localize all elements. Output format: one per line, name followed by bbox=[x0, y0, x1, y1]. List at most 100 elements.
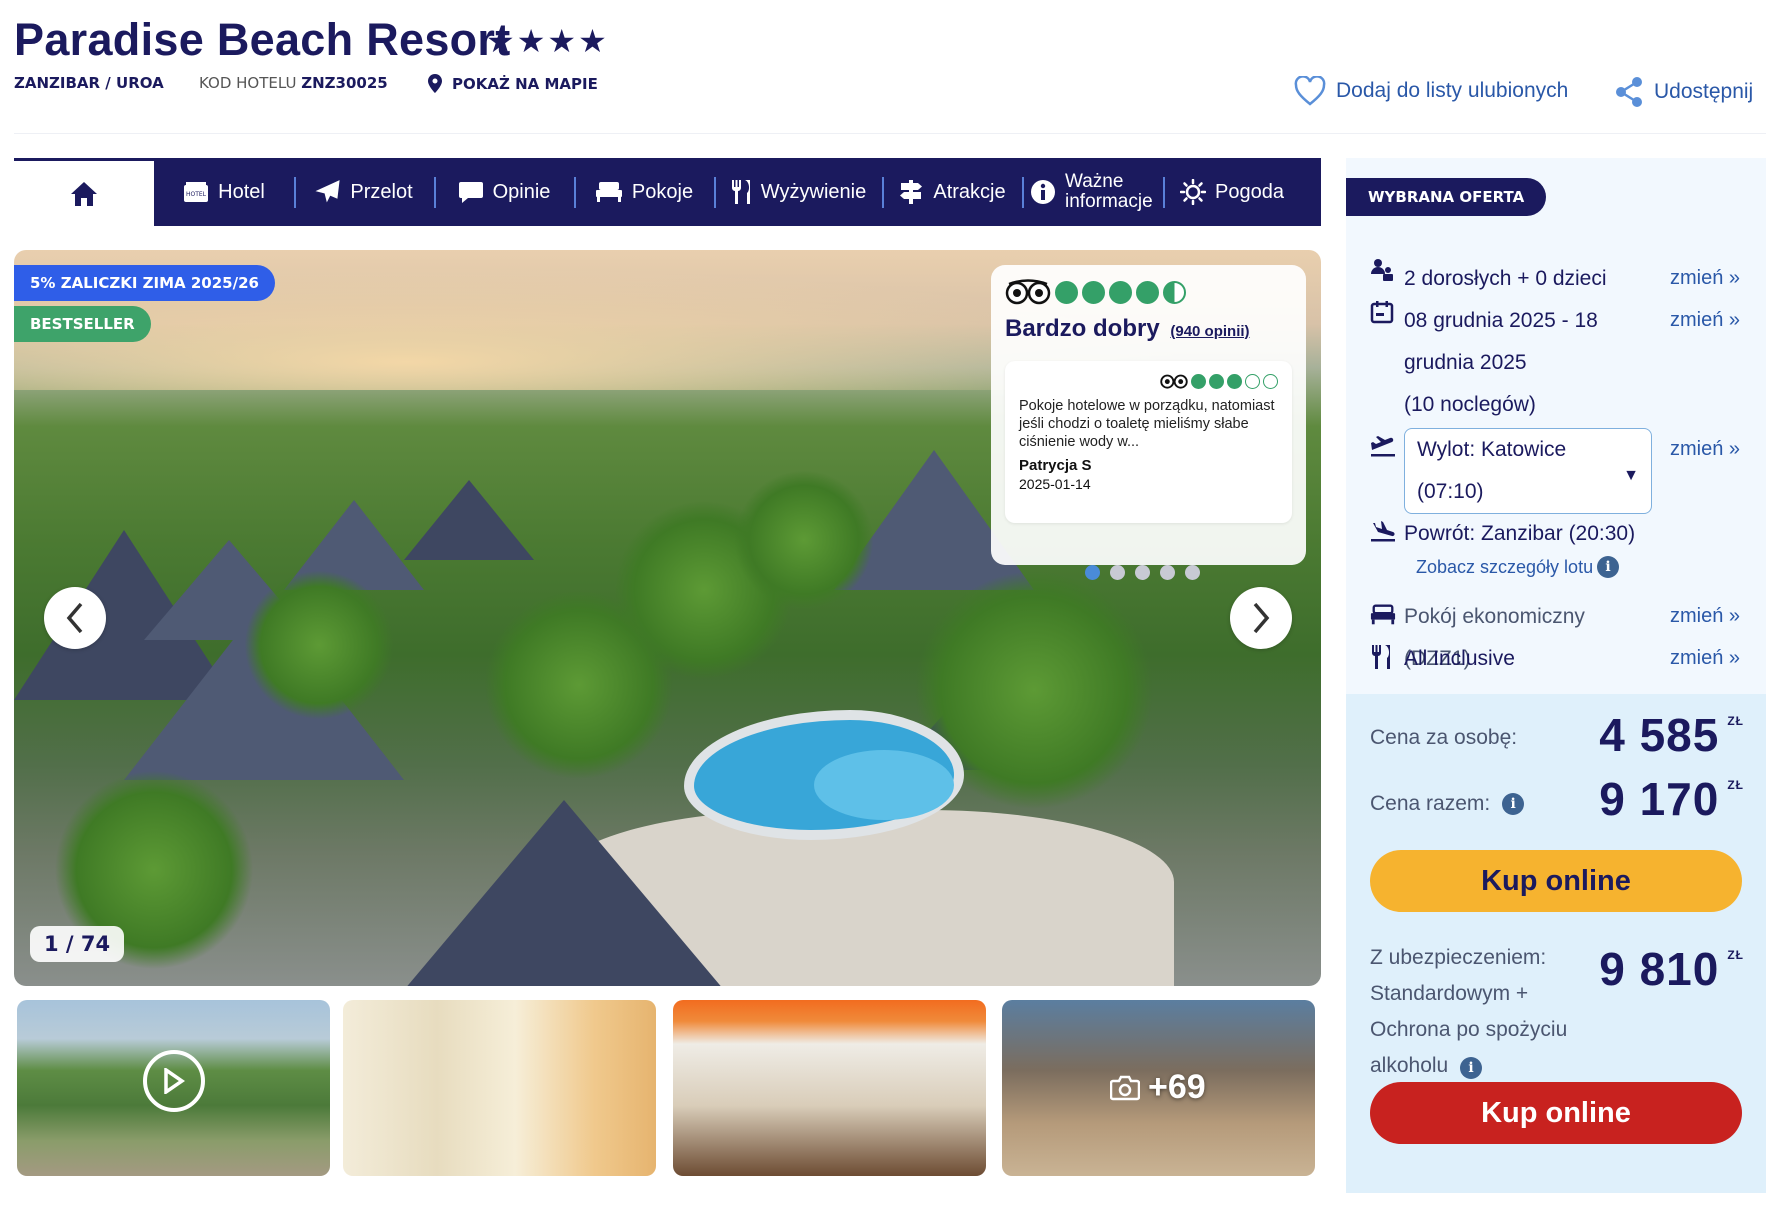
camera-icon bbox=[1110, 1075, 1140, 1100]
bed-icon bbox=[595, 182, 622, 202]
buy-online-button[interactable]: Kup online bbox=[1370, 850, 1742, 912]
review-rating-row bbox=[1019, 373, 1278, 389]
tripadvisor-bubbles bbox=[1055, 280, 1186, 304]
review-bubble bbox=[1227, 373, 1242, 389]
photo-counter: 1 / 74 bbox=[30, 926, 125, 962]
tab-important-info[interactable]: Ważne informacje bbox=[1022, 158, 1163, 226]
price-section: Cena za osobę: 4 585 ZŁ Cena razem: i 9 1… bbox=[1346, 694, 1766, 1193]
chevron-left-icon bbox=[66, 602, 83, 634]
tripadvisor-card[interactable]: Bardzo dobry (940 opinii) Pokoje hotelow… bbox=[991, 265, 1306, 565]
info-icon bbox=[1031, 180, 1055, 204]
tripadvisor-rating-row bbox=[1005, 279, 1292, 305]
price-total-row: Cena razem: i bbox=[1370, 792, 1525, 816]
price-total: 9 170 ZŁ bbox=[1599, 772, 1744, 826]
dates-icon-wrap bbox=[1370, 300, 1404, 426]
board-text: All Inclusive bbox=[1404, 647, 1515, 670]
promo-badge: 5% ZALICZKI ZIMA 2025/26 bbox=[14, 265, 275, 301]
flight-details-link[interactable]: Zobacz szczegóły lotu i bbox=[1416, 556, 1620, 578]
section-nav: HOTEL Hotel Przelot Opinie Pokoje Wyżywi… bbox=[14, 158, 1321, 226]
tab-meals[interactable]: Wyżywienie bbox=[714, 158, 882, 226]
info-icon[interactable]: i bbox=[1460, 1057, 1483, 1079]
insurance-label: Z ubezpieczeniem: Standardowym + Ochrona… bbox=[1370, 940, 1600, 1084]
add-to-favorites-button[interactable]: Dodaj do listy ulubionych bbox=[1294, 76, 1568, 106]
gallery-next-button[interactable] bbox=[1230, 587, 1292, 649]
change-room-link[interactable]: zmień » bbox=[1670, 605, 1740, 628]
price-insurance: 9 810 ZŁ bbox=[1599, 942, 1744, 996]
photo-palm bbox=[734, 470, 874, 610]
thumbnail-restaurant[interactable] bbox=[673, 1000, 986, 1176]
board-row: All Inclusive bbox=[1370, 638, 1662, 680]
show-on-map-label: POKAŻ NA MAPIE bbox=[452, 74, 598, 93]
tab-flight[interactable]: Przelot bbox=[294, 158, 434, 226]
change-travelers-link[interactable]: zmień » bbox=[1670, 267, 1740, 290]
change-dates-link[interactable]: zmień » bbox=[1670, 309, 1740, 332]
offer-panel: WYBRANA OFERTA 2 dorosłych + 0 dzieci zm… bbox=[1346, 158, 1766, 1193]
carousel-dots bbox=[1085, 565, 1200, 580]
signpost-icon bbox=[900, 180, 923, 204]
more-photos-button[interactable]: +69 bbox=[1110, 1068, 1206, 1107]
price-insurance-value: 9 810 bbox=[1599, 943, 1720, 995]
dates-row: 08 grudnia 2025 - 18 grudnia 2025 (10 no… bbox=[1370, 300, 1662, 426]
plane-icon bbox=[315, 180, 340, 203]
photo-palm bbox=[244, 570, 394, 720]
departure-line-2: (07:10) bbox=[1417, 480, 1484, 503]
carousel-dot[interactable] bbox=[1185, 565, 1200, 580]
price-per-person-label: Cena za osobę: bbox=[1370, 726, 1518, 749]
currency-label: ZŁ bbox=[1727, 778, 1744, 792]
rating-bubble bbox=[1109, 280, 1132, 304]
tab-reviews[interactable]: Opinie bbox=[434, 158, 574, 226]
hotel-name: Paradise Beach Resort bbox=[14, 14, 511, 65]
chat-icon bbox=[458, 182, 483, 203]
review-bubble bbox=[1191, 373, 1206, 389]
photo-pool-inner bbox=[814, 750, 954, 820]
flight-details-label: Zobacz szczegóły lotu bbox=[1416, 556, 1594, 577]
carousel-dot[interactable] bbox=[1135, 565, 1150, 580]
carousel-dot[interactable] bbox=[1110, 565, 1125, 580]
bestseller-badge: BESTSELLER bbox=[14, 306, 151, 342]
thumbnail-room[interactable] bbox=[343, 1000, 656, 1176]
gallery-prev-button[interactable] bbox=[44, 587, 106, 649]
bed-icon bbox=[1370, 604, 1396, 625]
review-bubble bbox=[1263, 373, 1278, 389]
info-icon: i bbox=[1597, 556, 1620, 578]
tab-home[interactable] bbox=[14, 158, 154, 226]
thumbnail-gym[interactable]: +69 bbox=[1002, 1000, 1315, 1176]
share-button[interactable]: Udostępnij bbox=[1614, 76, 1753, 108]
rating-bubble bbox=[1163, 280, 1186, 304]
review-snippet[interactable]: Pokoje hotelowe w porządku, natomiast je… bbox=[1005, 361, 1292, 523]
share-label: Udostępnij bbox=[1654, 80, 1754, 103]
departure-select[interactable]: Wylot: Katowice (07:10) ▼ bbox=[1404, 428, 1652, 514]
tab-weather[interactable]: Pogoda bbox=[1163, 158, 1301, 226]
add-to-favorites-label: Dodaj do listy ulubionych bbox=[1336, 79, 1569, 102]
review-bubbles bbox=[1191, 373, 1278, 389]
tab-hotel[interactable]: HOTEL Hotel bbox=[154, 158, 294, 226]
change-departure-link[interactable]: zmień » bbox=[1670, 438, 1740, 461]
tab-attractions[interactable]: Atrakcje bbox=[882, 158, 1022, 226]
tab-rooms[interactable]: Pokoje bbox=[574, 158, 714, 226]
rating-bubble bbox=[1136, 280, 1159, 304]
buy-online-insurance-button[interactable]: Kup online bbox=[1370, 1082, 1742, 1144]
takeoff-icon bbox=[1371, 436, 1395, 457]
hotel-code: KOD HOTELU ZNZ30025 bbox=[199, 74, 388, 92]
carousel-dot[interactable] bbox=[1160, 565, 1175, 580]
rating-count-link[interactable]: (940 opinii) bbox=[1170, 323, 1249, 340]
departure-row: Wylot: Katowice (07:10) ▼ bbox=[1370, 428, 1652, 514]
carousel-dot[interactable] bbox=[1085, 565, 1100, 580]
show-on-map-link[interactable]: POKAŻ NA MAPIE bbox=[428, 74, 598, 93]
change-board-link[interactable]: zmień » bbox=[1670, 647, 1740, 670]
currency-label: ZŁ bbox=[1727, 714, 1744, 728]
hotel-location: ZANZIBAR / UROA bbox=[14, 74, 164, 92]
review-author: Patrycja S bbox=[1019, 457, 1092, 474]
calendar-icon bbox=[1370, 301, 1394, 324]
rating-summary: Bardzo dobry (940 opinii) bbox=[1005, 315, 1292, 343]
thumbnail-video[interactable] bbox=[17, 1000, 330, 1176]
dates-text: 08 grudnia 2025 - 18 grudnia 2025 (10 no… bbox=[1404, 300, 1662, 426]
rating-label: Bardzo dobry bbox=[1005, 315, 1160, 342]
home-icon bbox=[71, 181, 97, 206]
play-video-button[interactable] bbox=[143, 1050, 205, 1112]
tab-important-info-label: Ważne informacje bbox=[1065, 171, 1153, 212]
photo-roof bbox=[404, 480, 534, 560]
more-photos-count: +69 bbox=[1148, 1068, 1206, 1106]
info-icon[interactable]: i bbox=[1502, 793, 1525, 815]
review-bubble bbox=[1209, 373, 1224, 389]
